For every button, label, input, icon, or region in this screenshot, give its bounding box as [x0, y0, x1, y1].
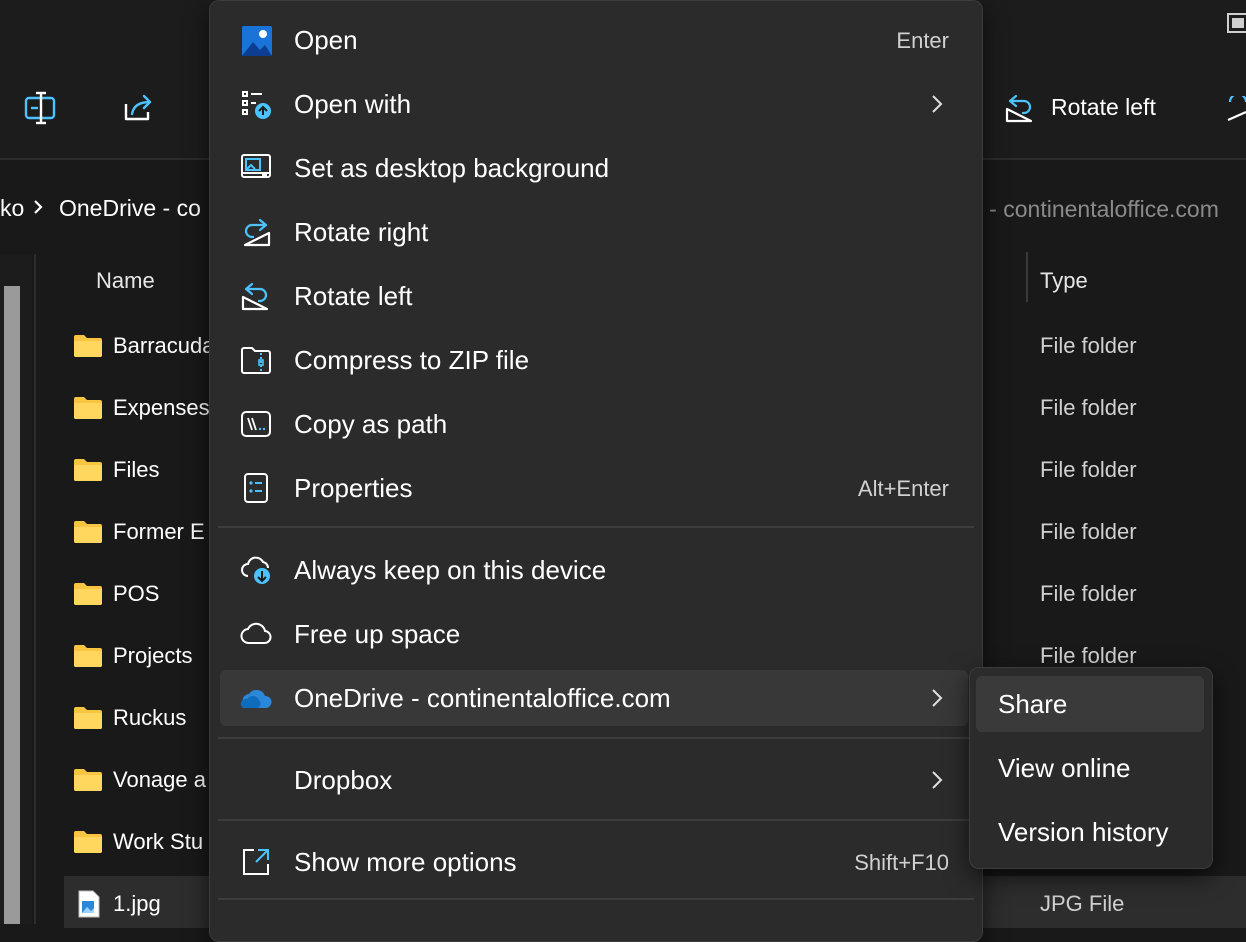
- menu-item-label: Compress to ZIP file: [294, 345, 530, 375]
- breadcrumb-prefix[interactable]: ko: [0, 195, 24, 222]
- rotate-right-icon: [243, 218, 271, 247]
- image-file-icon: [78, 890, 100, 918]
- file-type: JPG File: [1040, 891, 1125, 916]
- rotate-left-icon: [1005, 94, 1033, 123]
- menu-item-label: Rotate right: [294, 217, 429, 247]
- submenu-item-label: Share: [998, 689, 1068, 719]
- rotate-left-button[interactable]: Rotate left: [990, 82, 1180, 134]
- file-name: POS: [113, 581, 160, 606]
- chevron-right-icon: [932, 95, 943, 113]
- menu-item-label: Always keep on this device: [294, 555, 607, 585]
- file-name: Ruckus: [113, 705, 187, 730]
- folder-icon: [74, 459, 102, 481]
- properties-icon: [244, 473, 268, 503]
- menu-item-label: Rotate left: [294, 281, 413, 311]
- breadcrumb-onedrive[interactable]: OneDrive - co: [59, 195, 201, 222]
- menu-item-shortcut: Alt+Enter: [857, 476, 949, 501]
- submenu-item-label: Version history: [998, 817, 1169, 847]
- partial-toolbar-icon[interactable]: [1226, 96, 1246, 126]
- file-type: File folder: [1040, 643, 1137, 668]
- menu-item-label: Open: [294, 25, 358, 55]
- folder-icon: [74, 769, 102, 791]
- file-name: Barracuda: [113, 333, 215, 358]
- onedrive-icon: [240, 689, 272, 709]
- column-divider[interactable]: [1026, 252, 1028, 302]
- menu-item-label: Copy as path: [294, 409, 448, 439]
- folder-icon: [74, 397, 102, 419]
- menu-separator: [218, 819, 974, 821]
- menu-item-label: Properties: [294, 473, 413, 503]
- menu-item-shortcut: Shift+F10: [854, 850, 949, 875]
- menu-item-label: Set as desktop background: [294, 153, 610, 183]
- menu-item-shortcut: Enter: [896, 28, 949, 53]
- desktop-background-icon: [241, 154, 271, 178]
- rotate-left-icon: [241, 282, 269, 311]
- menu-item-label: OneDrive - continentaloffice.com: [294, 683, 671, 713]
- folder-icon: [74, 335, 102, 357]
- menu-item-label: Open with: [294, 89, 412, 119]
- file-type: File folder: [1040, 333, 1137, 358]
- chevron-right-icon: [34, 200, 43, 214]
- column-header-name[interactable]: Name: [96, 268, 155, 294]
- menu-separator: [218, 526, 974, 528]
- show-more-icon: [243, 849, 269, 875]
- menu-item-label: Show more options: [294, 847, 517, 877]
- folder-icon: [74, 831, 102, 853]
- menu-item-label: Dropbox: [294, 765, 393, 795]
- open-with-icon: [242, 91, 271, 119]
- pane-divider: [34, 254, 36, 924]
- file-name: Projects: [113, 643, 193, 668]
- cloud-download-icon: [241, 556, 270, 584]
- file-name: 1.jpg: [113, 891, 161, 916]
- menu-separator: [218, 737, 974, 739]
- rotate-left-label: Rotate left: [1051, 94, 1156, 120]
- folder-icon: [74, 521, 102, 543]
- chevron-right-icon: [932, 689, 943, 707]
- search-input[interactable]: e - continentaloffice.com: [970, 196, 1219, 223]
- file-type: File folder: [1040, 581, 1137, 606]
- column-header-type[interactable]: Type: [1040, 268, 1088, 294]
- folder-icon: [74, 645, 102, 667]
- file-type: File folder: [1040, 457, 1137, 482]
- nav-scrollbar[interactable]: [4, 286, 20, 924]
- photos-app-icon: [242, 26, 272, 56]
- file-name: Work Stu: [113, 829, 204, 854]
- rename-icon[interactable]: [23, 90, 59, 126]
- copy-path-icon: [241, 411, 271, 437]
- cloud-icon: [240, 622, 272, 644]
- file-name: Vonage a: [113, 767, 206, 792]
- file-type: File folder: [1040, 519, 1137, 544]
- window-icon[interactable]: [1226, 12, 1246, 36]
- file-name: Files: [113, 457, 160, 482]
- chevron-right-icon: [932, 771, 943, 789]
- menu-item-label: Free up space: [294, 619, 461, 649]
- submenu-item-label: View online: [998, 753, 1131, 783]
- folder-icon: [74, 707, 102, 729]
- file-name: Former E: [113, 519, 205, 544]
- folder-icon: [74, 583, 102, 605]
- file-name: Expenses: [113, 395, 210, 420]
- share-icon[interactable]: [120, 90, 156, 126]
- zip-icon: [241, 347, 271, 374]
- file-type: File folder: [1040, 395, 1137, 420]
- menu-separator: [218, 898, 974, 900]
